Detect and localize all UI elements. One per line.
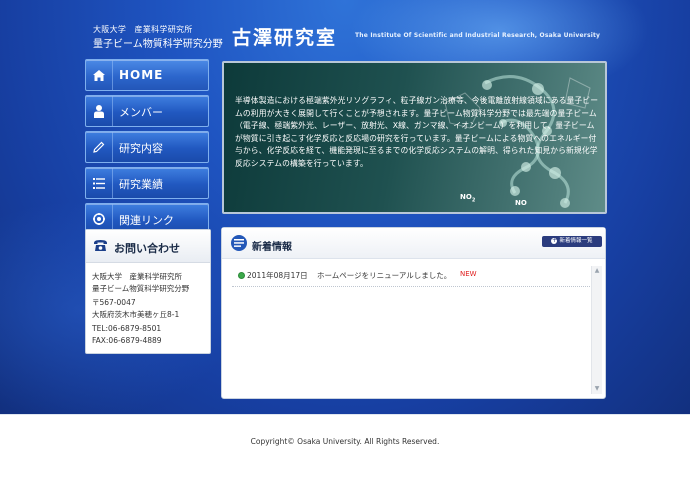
news-list-button[interactable]: + 新着情報一覧 — [542, 236, 602, 247]
contact-title: お問い合わせ — [114, 242, 180, 255]
news-header: 新着情報 + 新着情報一覧 — [222, 228, 605, 259]
new-badge: NEW — [460, 270, 477, 278]
contact-org: 大阪大学 産業科学研究所 — [92, 272, 182, 281]
contact-postal: 〒567-0047 — [92, 298, 136, 307]
home-icon — [86, 60, 113, 90]
pencil-icon — [86, 132, 113, 162]
contact-tel: TEL:06-6879-8501 — [92, 324, 162, 333]
scroll-down-icon[interactable]: ▼ — [592, 384, 602, 394]
contact-box: お問い合わせ 大阪大学 産業科学研究所 量子ビーム物質科学研究分野 〒567-0… — [85, 229, 211, 354]
lab-title[interactable]: 古澤研究室 — [232, 23, 337, 50]
copyright: Copyright© Osaka University. All Rights … — [250, 437, 440, 446]
nav-item-research[interactable]: 研究内容 — [85, 131, 209, 163]
list-icon — [86, 168, 113, 198]
nav-item-home[interactable]: HOME — [85, 59, 209, 91]
header-university: 大阪大学 産業科学研究所 — [93, 25, 193, 34]
nav-item-publications[interactable]: 研究業績 — [85, 167, 209, 199]
main-navigation: HOME メンバー 研究内容 研究業績 関連リンク — [85, 59, 209, 239]
label-no2: NO2 — [460, 193, 476, 204]
nav-item-label: メンバー — [119, 106, 163, 119]
header-english-name: The Institute Of Scientific and Industri… — [355, 32, 601, 39]
nav-item-members[interactable]: メンバー — [85, 95, 209, 127]
plus-icon: + — [551, 236, 558, 244]
label-no: NO — [515, 199, 527, 207]
nav-item-label: 研究業績 — [119, 178, 163, 191]
news-title: 新着情報 — [252, 242, 292, 253]
person-icon — [86, 96, 113, 126]
contact-details: 大阪大学 産業科学研究所 量子ビーム物質科学研究分野 〒567-0047 大阪府… — [86, 263, 210, 346]
hero-banner: 半導体製造における極端紫外光リソグラフィ、粒子線ガン治療等、今後電離放射線領域に… — [222, 61, 607, 214]
contact-fax: FAX:06-6879-4889 — [92, 335, 162, 345]
news-list: 2011年08月17日 ホームページをリニューアルしました。 NEW — [232, 268, 592, 388]
header-division: 量子ビーム物質科学研究分野 — [93, 39, 223, 50]
news-scrollbar[interactable]: ▲ ▼ — [591, 266, 602, 394]
nav-item-label: HOME — [119, 68, 164, 82]
contact-address: 大阪府茨木市美穂ヶ丘8-1 — [92, 309, 180, 319]
news-icon — [231, 235, 247, 251]
hero-description: 半導体製造における極端紫外光リソグラフィ、粒子線ガン治療等、今後電離放射線領域に… — [235, 96, 599, 168]
contact-header: お問い合わせ — [86, 230, 210, 263]
bullet-icon — [238, 272, 245, 279]
news-row[interactable]: 2011年08月17日 ホームページをリニューアルしました。 NEW — [232, 268, 592, 287]
news-date: 2011年08月17日 — [247, 271, 308, 280]
nav-item-label: 研究内容 — [119, 142, 163, 155]
footer-area — [0, 414, 690, 496]
news-text[interactable]: ホームページをリニューアルしました。 — [317, 270, 451, 281]
phone-icon — [93, 239, 108, 256]
nav-item-label: 関連リンク — [119, 214, 174, 227]
scroll-up-icon[interactable]: ▲ — [592, 266, 602, 276]
contact-division: 量子ビーム物質科学研究分野 — [92, 283, 190, 293]
news-list-button-label: 新着情報一覧 — [559, 238, 593, 244]
news-panel: 新着情報 + 新着情報一覧 2011年08月17日 ホームページをリニューアルしま… — [221, 227, 606, 399]
